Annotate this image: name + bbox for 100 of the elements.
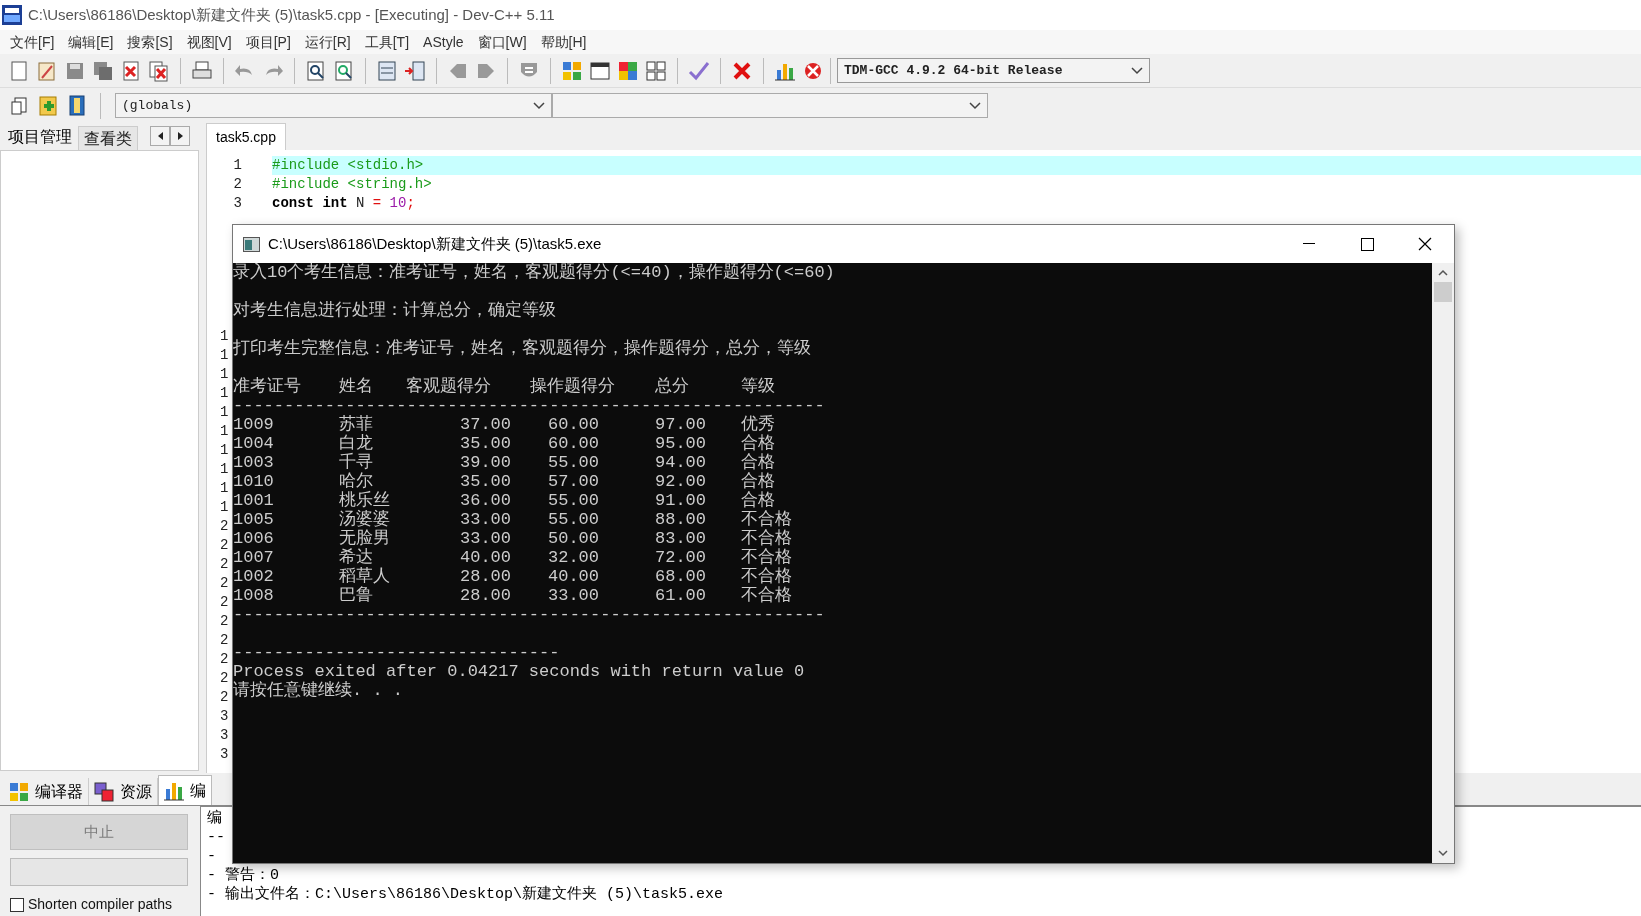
menu-item[interactable]: 窗口[W] — [471, 31, 533, 53]
color-grid-icon — [9, 781, 29, 802]
scroll-up-icon — [1438, 269, 1448, 276]
column-header: 准考证号 — [233, 377, 302, 396]
line-number: 1 — [220, 365, 229, 384]
console-line: 录入10个考生信息：准考证号，姓名，客观题得分(<=40)，操作题得分(<=60) — [233, 263, 836, 282]
indent-icon[interactable] — [404, 59, 426, 82]
checkmark-icon[interactable] — [688, 59, 710, 82]
table-cell-text: 88.00 — [655, 510, 707, 529]
table-cell-text: 1003 — [233, 453, 275, 472]
table-cell-text: 希达 — [339, 548, 374, 567]
table-cell-text: 60.00 — [548, 434, 600, 453]
line-number: 2 — [220, 593, 229, 612]
table-cell-text: 61.00 — [655, 586, 707, 605]
line-number: 1 — [220, 441, 229, 460]
table-cell-text: 白龙 — [339, 434, 374, 453]
table-cell-text: 33.00 — [460, 529, 512, 548]
menu-item[interactable]: 视图[V] — [180, 31, 238, 53]
book-icon[interactable] — [68, 94, 86, 117]
menu-item[interactable]: 帮助[H] — [534, 31, 593, 53]
panel-tab[interactable]: 编 — [158, 775, 212, 805]
tiles-icon[interactable] — [617, 59, 639, 82]
line-number: 3 — [220, 707, 229, 726]
menu-item[interactable]: 运行[R] — [298, 31, 357, 53]
print-icon[interactable] — [191, 59, 213, 82]
line-number: 2 — [220, 612, 229, 631]
table-cell-text: 哈尔 — [339, 472, 374, 491]
table-cell-text: 28.00 — [460, 586, 512, 605]
table-cell-text: 巴鲁 — [339, 586, 374, 605]
line-number: 2 — [220, 669, 229, 688]
file-tab[interactable]: task5.cpp — [206, 123, 286, 150]
table-cell-text: 94.00 — [655, 453, 707, 472]
table-cell-text: 32.00 — [548, 548, 600, 567]
menu-item[interactable]: 文件[F] — [4, 31, 61, 53]
table-cell-text: 合格 — [741, 434, 776, 453]
table-cell-text: 1006 — [233, 529, 275, 548]
table-cell-text: 50.00 — [548, 529, 600, 548]
console-line: Process exited after 0.04217 seconds with return value 0 — [233, 662, 806, 681]
save-all-icon[interactable] — [92, 59, 114, 82]
line-number: 2 — [220, 555, 229, 574]
checkbox[interactable] — [10, 897, 24, 912]
add-icon[interactable] — [38, 94, 60, 117]
scroll-right-button[interactable] — [170, 126, 190, 146]
line-number: 1 — [220, 346, 229, 365]
scroll-down-icon — [1438, 850, 1448, 857]
table-cell-text: 55.00 — [548, 491, 600, 510]
table-cell-text: 1007 — [233, 548, 275, 567]
checkbox-label[interactable]: Shorten compiler paths — [28, 894, 172, 915]
table-cell-text: 33.00 — [460, 510, 512, 529]
table-cell-text: 92.00 — [655, 472, 707, 491]
panel-tab[interactable]: 查看类 — [78, 126, 138, 150]
scrollbar[interactable] — [1432, 263, 1454, 863]
grid-icon[interactable] — [645, 59, 667, 82]
table-cell-text: 40.00 — [460, 548, 512, 567]
scroll-left-button[interactable] — [150, 126, 170, 146]
table-cell-text: 33.00 — [548, 586, 600, 605]
table-cell-text: 68.00 — [655, 567, 707, 586]
table-cell-text: 1004 — [233, 434, 275, 453]
console-line: 对考生信息进行处理：计算总分，确定等级 — [233, 301, 557, 320]
table-cell-text: 桃乐丝 — [339, 491, 391, 510]
console-icon — [243, 236, 260, 252]
table-cell-text: 40.00 — [548, 567, 600, 586]
table-cell-text: 95.00 — [655, 434, 707, 453]
log-line: - 输出文件名：C:\Users\86186\Desktop\新建文件夹 (5)\task5.exe — [207, 885, 724, 904]
table-cell-text: 无脸男 — [339, 529, 391, 548]
bar-chart-icon — [164, 780, 184, 801]
close-all-icon[interactable] — [148, 59, 170, 82]
color-grid-icon[interactable] — [561, 59, 583, 82]
console-line: ---------------------------------------------------------- — [233, 605, 826, 624]
close-file-icon[interactable] — [120, 59, 142, 82]
find-icon[interactable] — [305, 59, 327, 82]
code-line: const int N = 10; — [272, 194, 416, 213]
menu-item[interactable]: 项目[P] — [239, 31, 297, 53]
table-cell-text: 不合格 — [741, 548, 793, 567]
window-icon[interactable] — [589, 59, 611, 82]
chevron-down-icon — [533, 101, 545, 110]
menu-item[interactable]: 工具[T] — [358, 31, 416, 53]
replace-icon[interactable] — [333, 59, 355, 82]
console-line: 打印考生完整信息：准考证号，姓名，客观题得分，操作题得分，总分，等级 — [233, 339, 812, 358]
table-cell-text: 优秀 — [741, 415, 776, 434]
console-line: -------------------------------- — [233, 643, 561, 662]
class-icon[interactable] — [10, 95, 30, 116]
table-cell-text: 合格 — [741, 491, 776, 510]
open-file-icon[interactable] — [36, 59, 58, 82]
scope-dropdown[interactable]: (globals) — [115, 93, 552, 118]
column-header: 总分 — [655, 377, 690, 396]
menu-item[interactable]: 编辑[E] — [62, 31, 120, 53]
log-line: - — [207, 847, 216, 866]
scroll-thumb[interactable] — [1434, 282, 1452, 302]
menu-item[interactable]: AStyle — [417, 31, 470, 53]
line-number: 2 — [220, 536, 229, 555]
code-line: #include <string.h> — [272, 175, 433, 194]
compiler-dropdown[interactable]: TDM-GCC 4.9.2 64-bit Release — [837, 58, 1150, 83]
menu-item[interactable]: 搜索[S] — [121, 31, 179, 53]
table-cell-text: 28.00 — [460, 567, 512, 586]
new-file-icon[interactable] — [8, 59, 30, 82]
table-cell-text: 汤婆婆 — [339, 510, 391, 529]
list-icon[interactable] — [376, 59, 398, 82]
line-number: 1 — [232, 156, 242, 175]
table-cell-text: 不合格 — [741, 567, 793, 586]
